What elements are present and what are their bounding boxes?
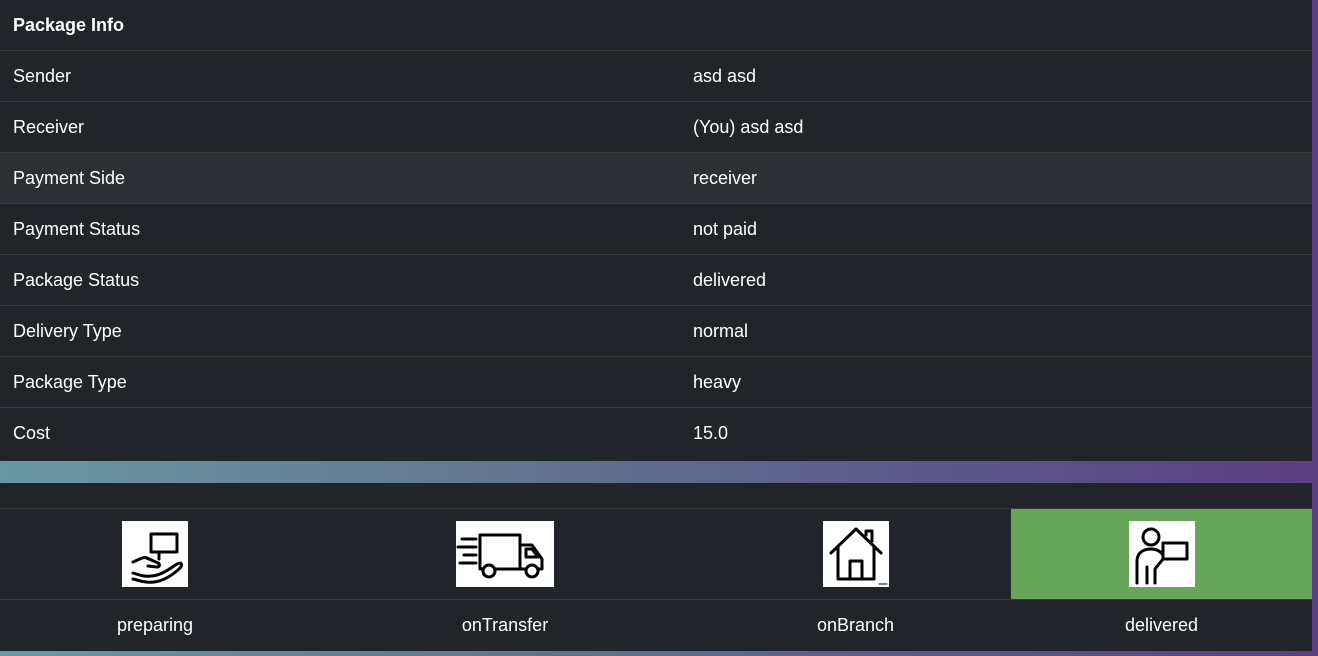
stage-ontransfer	[310, 509, 700, 599]
row-value: receiver	[693, 167, 758, 188]
tracker-icons-row	[0, 508, 1312, 599]
stage-label-delivered: delivered	[1124, 614, 1199, 635]
tracker-header	[0, 483, 1312, 508]
stage-onbranch	[700, 509, 1011, 599]
delivery-truck-icon	[456, 521, 554, 587]
row-value: (You) asd asd	[693, 116, 804, 137]
row-label: Package Type	[13, 371, 127, 392]
row-value: normal	[693, 320, 749, 341]
row-label: Cost	[13, 422, 51, 443]
table-row-payment-side: Payment Side receiver	[0, 152, 1312, 203]
table-row-cost: Cost 15.0	[0, 407, 1312, 458]
row-value: not paid	[693, 218, 758, 239]
row-label: Payment Side	[13, 167, 126, 188]
table-row-delivery-type: Delivery Type normal	[0, 305, 1312, 356]
stage-label-onbranch: onBranch	[816, 614, 895, 635]
row-label: Receiver	[13, 116, 85, 137]
row-label: Sender	[13, 65, 72, 86]
table-row-package-type: Package Type heavy	[0, 356, 1312, 407]
person-with-package-icon	[1128, 521, 1195, 587]
table-row-package-status: Package Status delivered	[0, 254, 1312, 305]
stage-label-preparing: preparing	[116, 614, 194, 635]
tracker-labels-row: preparing onTransfer onBranch delivered	[0, 599, 1312, 650]
stage-label-ontransfer: onTransfer	[461, 614, 549, 635]
row-label: Package Status	[13, 269, 140, 290]
house-icon	[822, 521, 889, 587]
table-row-payment-status: Payment Status not paid	[0, 203, 1312, 254]
hand-holding-package-icon	[122, 521, 188, 587]
row-value: heavy	[693, 371, 742, 392]
row-value: delivered	[693, 269, 767, 290]
row-label: Payment Status	[13, 218, 141, 239]
stage-preparing	[0, 509, 310, 599]
package-info-table: Package Info Sender asd asd Receiver (Yo…	[0, 0, 1312, 461]
table-header: Package Info	[0, 0, 1312, 50]
delivery-status-tracker: preparing onTransfer onBranch delivered	[0, 483, 1312, 651]
stage-delivered	[1011, 509, 1312, 599]
row-value: asd asd	[693, 65, 757, 86]
row-value: 15.0	[693, 422, 729, 443]
table-row-sender: Sender asd asd	[0, 50, 1312, 101]
table-row-receiver: Receiver (You) asd asd	[0, 101, 1312, 152]
table-title: Package Info	[13, 14, 125, 35]
row-label: Delivery Type	[13, 320, 122, 341]
